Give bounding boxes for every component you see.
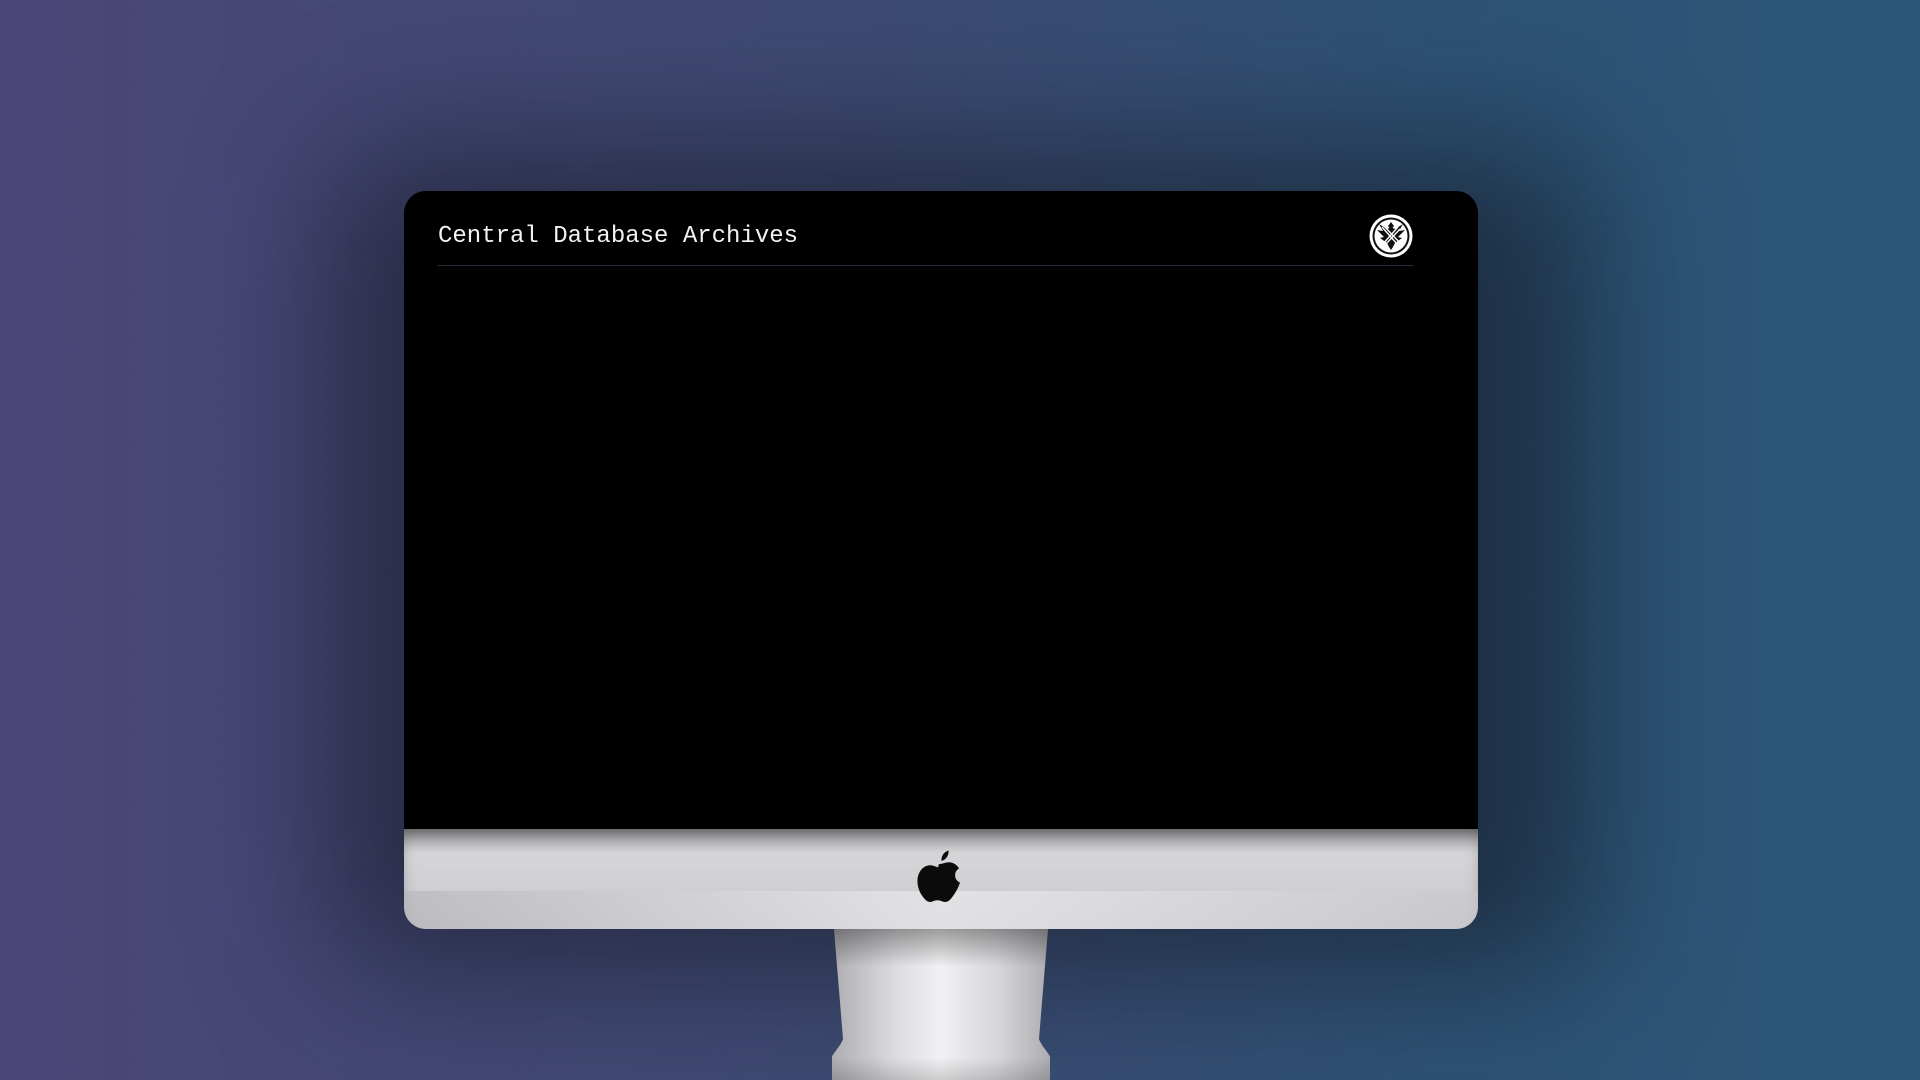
monitor-screen: Central Database Archives [404, 191, 1478, 829]
desktop-background: Central Database Archives [0, 0, 1920, 1080]
apple-logo-icon [917, 850, 963, 904]
shield-eagle-icon[interactable] [1368, 213, 1414, 259]
page-title: Central Database Archives [438, 223, 799, 250]
imac-monitor: Central Database Archives [404, 191, 1478, 929]
monitor-stand [826, 929, 1056, 1080]
app-header: Central Database Archives [438, 213, 1414, 266]
